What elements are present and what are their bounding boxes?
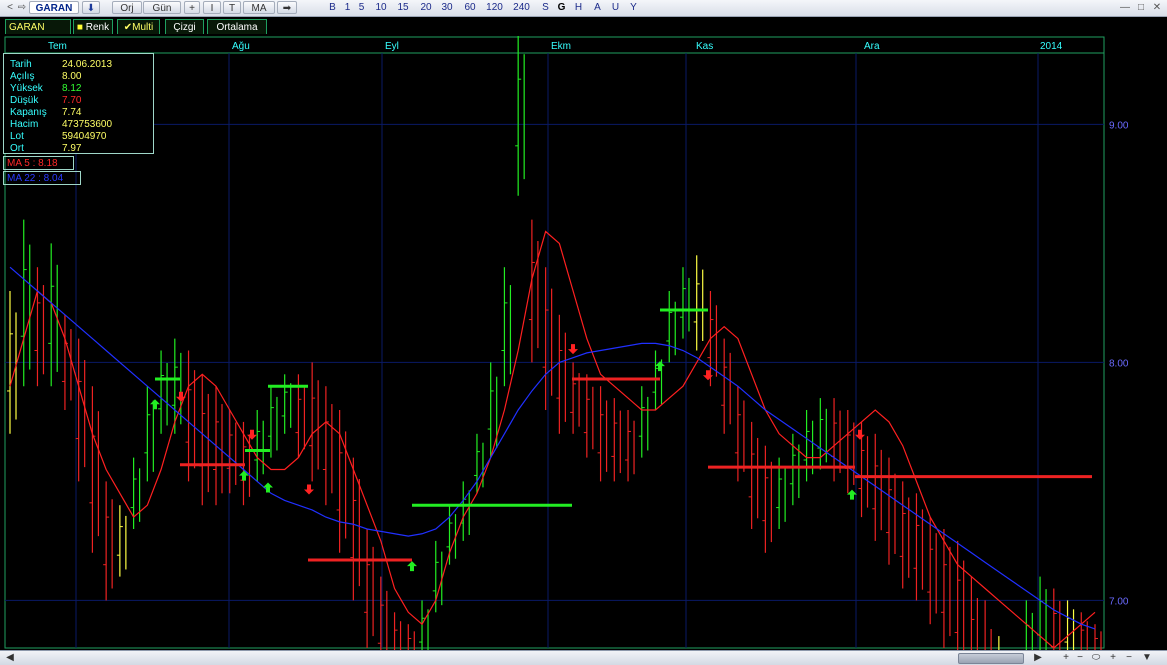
month-label: Ekm xyxy=(551,41,571,52)
info-label: Lot xyxy=(10,131,24,142)
period-button[interactable]: Gün xyxy=(143,1,181,14)
timeframe-A[interactable]: A xyxy=(592,1,603,14)
cizgi-tab[interactable]: Çizgi xyxy=(165,19,204,34)
line-tool-button[interactable]: I xyxy=(203,1,221,14)
month-label: Eyl xyxy=(385,41,399,52)
top-toolbar: < ⇨ GARAN ⬇ Orj Gün + I T MA ➡ B 1 5 10 15 20… xyxy=(0,0,1167,17)
sell-arrow-icon xyxy=(304,484,314,495)
timeframe-H[interactable]: H xyxy=(573,1,584,14)
symbol-dropdown-icon[interactable]: ⬇ xyxy=(82,1,100,14)
sell-arrow-icon xyxy=(568,344,578,355)
zoom-out-icon[interactable]: − xyxy=(1074,651,1086,664)
timeframe-5[interactable]: 5 xyxy=(356,1,367,14)
month-label: Ağu xyxy=(232,41,250,52)
timeframe-60[interactable]: 60 xyxy=(461,1,479,14)
buy-arrow-icon xyxy=(150,399,160,410)
month-label: Ara xyxy=(864,41,880,52)
sell-arrow-icon xyxy=(703,370,713,381)
ma22-line xyxy=(9,266,1096,630)
renk-label: Renk xyxy=(85,22,110,33)
info-label: Kapanış xyxy=(10,107,47,118)
renk-square-icon: ■ xyxy=(76,22,86,33)
ma5-line xyxy=(9,230,1096,649)
price-chart[interactable]: Tem Ağu Eyl Ekm Kas Ara 2014 7.00 8.00 9.00 xyxy=(0,29,1167,665)
info-label: Ort xyxy=(10,143,24,154)
ma22-legend: MA 22 : 8.04 xyxy=(3,171,81,185)
buy-arrow-icon xyxy=(407,561,417,572)
info-label: Hacim xyxy=(10,119,39,130)
symbol-field[interactable]: GARAN xyxy=(29,1,79,14)
chart-area[interactable]: Tem Ağu Eyl Ekm Kas Ara 2014 7.00 8.00 9.00 xyxy=(0,29,1167,665)
close-icon[interactable]: ✕ xyxy=(1150,2,1164,14)
multi-tab[interactable]: ✔Multi xyxy=(117,19,160,34)
timeframe-G[interactable]: G xyxy=(556,1,567,14)
sell-arrow-icon xyxy=(176,391,186,402)
plus-button[interactable]: + xyxy=(184,1,200,14)
menu-dropdown-icon[interactable]: ▼ xyxy=(1140,651,1154,664)
ohlc-info-box: Tarih 24.06.2013 Açılış 8.00 Yüksek 8.12 Düşük… xyxy=(3,53,154,154)
text-tool-button[interactable]: T xyxy=(223,1,241,14)
info-value: 7.70 xyxy=(62,95,82,106)
scroll-thumb[interactable] xyxy=(958,653,1024,664)
symbol-tab[interactable]: GARAN xyxy=(5,19,71,34)
info-label: Düşük xyxy=(10,95,39,106)
info-value: 7.97 xyxy=(62,143,82,154)
month-label: Kas xyxy=(696,41,713,52)
info-value: 8.00 xyxy=(62,71,82,82)
info-value: 24.06.2013 xyxy=(62,59,113,70)
chart-tab-bar: GARAN ■ Renk ✔Multi Çizgi Ortalama xyxy=(0,17,1167,36)
ortalama-tab[interactable]: Ortalama xyxy=(207,19,267,34)
buy-arrow-icon xyxy=(239,470,249,481)
price-tick-label: 7.00 xyxy=(1109,596,1129,607)
info-label: Açılış xyxy=(10,71,35,82)
fit-icon[interactable]: ⬭ xyxy=(1089,651,1103,664)
info-label: Yüksek xyxy=(10,83,43,94)
maximize-icon[interactable]: □ xyxy=(1134,2,1148,14)
chart-frame xyxy=(4,36,1105,649)
timeframe-15[interactable]: 15 xyxy=(394,1,412,14)
price-tick-label: 9.00 xyxy=(1109,120,1129,131)
info-value: 7.74 xyxy=(62,107,82,118)
forward-arrow-icon[interactable]: ⇨ xyxy=(15,2,29,14)
next-arrow-icon[interactable]: ➡ xyxy=(277,1,297,14)
scroll-right-icon[interactable]: ▶ xyxy=(1032,651,1044,664)
renk-tab[interactable]: ■ Renk xyxy=(73,19,113,34)
info-label: Tarih xyxy=(10,59,32,70)
timeframe-10[interactable]: 10 xyxy=(372,1,390,14)
ma5-legend: MA 5 : 8.18 xyxy=(3,156,74,170)
minimize-icon[interactable]: — xyxy=(1118,2,1132,14)
info-value: 8.12 xyxy=(62,83,82,94)
month-label: Tem xyxy=(48,41,67,52)
timeframe-30[interactable]: 30 xyxy=(438,1,456,14)
zoom-in-icon[interactable]: + xyxy=(1060,651,1072,664)
month-label: 2014 xyxy=(1040,41,1063,52)
timeframe-S[interactable]: S xyxy=(540,1,551,14)
orj-button[interactable]: Orj xyxy=(112,1,142,14)
bottom-scrollbar: ◀ ▶ + − ⬭ + − ▼ xyxy=(0,650,1167,665)
zoom-out2-icon[interactable]: − xyxy=(1123,651,1135,664)
info-value: 473753600 xyxy=(62,119,113,130)
zoom-in2-icon[interactable]: + xyxy=(1107,651,1119,664)
price-tick-label: 8.00 xyxy=(1109,358,1129,369)
timeframe-20[interactable]: 20 xyxy=(417,1,435,14)
buy-arrow-icon xyxy=(263,482,273,493)
timeframe-Y[interactable]: Y xyxy=(628,1,639,14)
timeframe-B[interactable]: B xyxy=(327,1,338,14)
multi-label: Multi xyxy=(132,22,154,33)
timeframe-1[interactable]: 1 xyxy=(342,1,353,14)
timeframe-240[interactable]: 240 xyxy=(509,1,534,14)
check-icon: ✔ xyxy=(123,22,133,33)
timeframe-120[interactable]: 120 xyxy=(482,1,507,14)
sell-arrow-icon xyxy=(247,429,257,440)
scroll-left-icon[interactable]: ◀ xyxy=(4,651,16,664)
info-value: 59404970 xyxy=(62,131,107,142)
ma-button[interactable]: MA xyxy=(243,1,275,14)
timeframe-U[interactable]: U xyxy=(610,1,621,14)
